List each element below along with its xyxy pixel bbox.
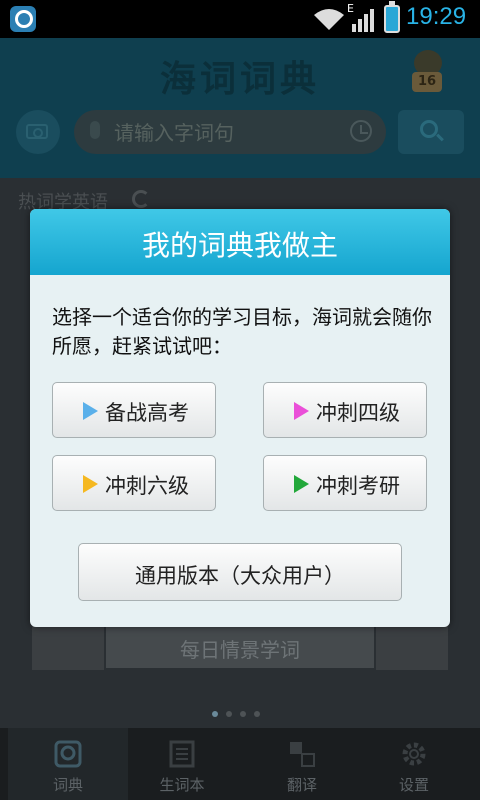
- option-cet6-button[interactable]: 冲刺六级: [52, 455, 216, 511]
- dialog-header: 我的词典我做主: [30, 209, 450, 275]
- play-icon: [83, 475, 98, 493]
- option-label: 冲刺考研: [316, 474, 400, 498]
- option-label: 冲刺六级: [105, 474, 189, 498]
- option-kaoyan-button[interactable]: 冲刺考研: [263, 455, 427, 511]
- general-version-button[interactable]: 通用版本（大众用户）: [78, 543, 402, 601]
- play-icon: [294, 475, 309, 493]
- play-icon: [83, 402, 98, 420]
- goal-dialog: 我的词典我做主 选择一个适合你的学习目标，海词就会随你所愿，赶紧试试吧： 备战高…: [30, 209, 450, 627]
- dialog-title: 我的词典我做主: [141, 229, 338, 262]
- option-label: 冲刺四级: [316, 401, 400, 425]
- option-cet4-button[interactable]: 冲刺四级: [263, 382, 427, 438]
- general-version-label: 通用版本（大众用户）: [135, 564, 345, 588]
- option-gaokao-button[interactable]: 备战高考: [52, 382, 216, 438]
- option-label: 备战高考: [105, 401, 189, 425]
- play-icon: [294, 402, 309, 420]
- dialog-message: 选择一个适合你的学习目标，海词就会随你所愿，赶紧试试吧：: [52, 305, 432, 358]
